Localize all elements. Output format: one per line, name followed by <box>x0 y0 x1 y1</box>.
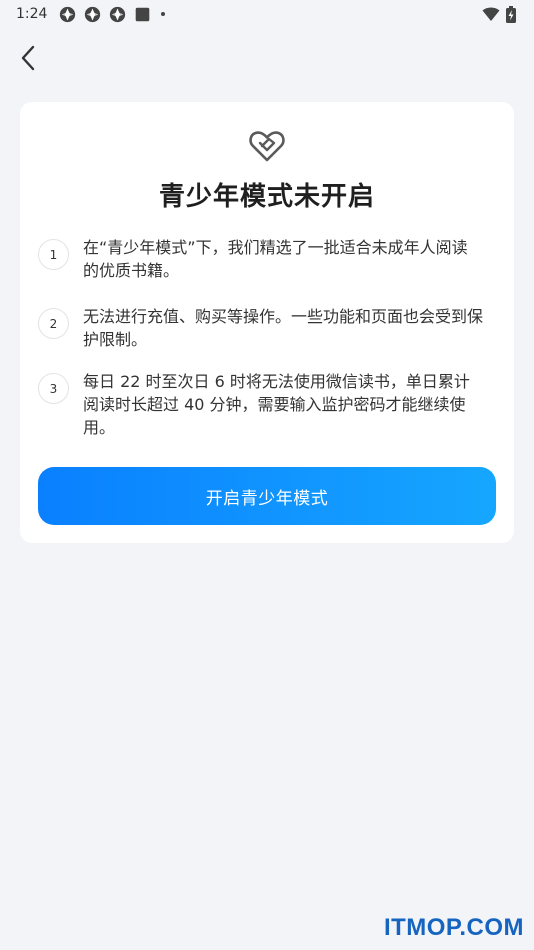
app-notification-icon <box>85 6 101 22</box>
app-notification-icon <box>60 6 76 22</box>
rule-text: 每日 22 时至次日 6 时将无法使用微信读书，单日累计阅读时长超过 40 分钟… <box>83 372 470 437</box>
wifi-icon <box>482 7 500 21</box>
back-arrow-icon <box>21 45 35 71</box>
heart-shield-icon <box>249 131 285 162</box>
rule-item: 3 每日 22 时至次日 6 时将无法使用微信读书，单日累计阅读时长超过 40 … <box>38 370 498 439</box>
square-notification-icon <box>136 7 150 21</box>
status-right <box>482 5 516 23</box>
enable-youth-mode-button[interactable]: 开启青少年模式 <box>38 467 496 525</box>
status-left: 1:24 <box>16 6 166 23</box>
rule-number-badge: 1 <box>38 239 69 270</box>
app-notification-icon <box>110 6 126 22</box>
status-bar: 1:24 <box>0 0 534 28</box>
rule-text: 在“青少年模式”下，我们精选了一批适合未成年人阅读的优质书籍。 <box>83 238 468 280</box>
rule-item: 1 在“青少年模式”下，我们精选了一批适合未成年人阅读的优质书籍。 <box>38 236 498 282</box>
youth-mode-card: 青少年模式未开启 1 在“青少年模式”下，我们精选了一批适合未成年人阅读的优质书… <box>20 102 514 543</box>
page-title: 青少年模式未开启 <box>158 182 375 212</box>
battery-charging-icon <box>506 5 516 23</box>
rule-item: 2 无法进行充值、购买等操作。一些功能和页面也会受到保护限制。 <box>38 305 498 351</box>
screen: 1:24 青少年模式未开启 1 在“青少年模式”下，我们精选了一批适合未成年人阅… <box>0 0 534 950</box>
watermark-logo: ITMOP.COM <box>383 914 524 941</box>
youth-mode-logo <box>20 126 514 168</box>
status-time: 1:24 <box>16 6 48 22</box>
rule-number-badge: 3 <box>38 373 69 404</box>
back-button[interactable] <box>10 38 46 78</box>
rule-text: 无法进行充值、购买等操作。一些功能和页面也会受到保护限制。 <box>83 307 484 349</box>
more-notifications-dot-icon <box>161 12 166 16</box>
rule-number-badge: 2 <box>38 308 69 339</box>
